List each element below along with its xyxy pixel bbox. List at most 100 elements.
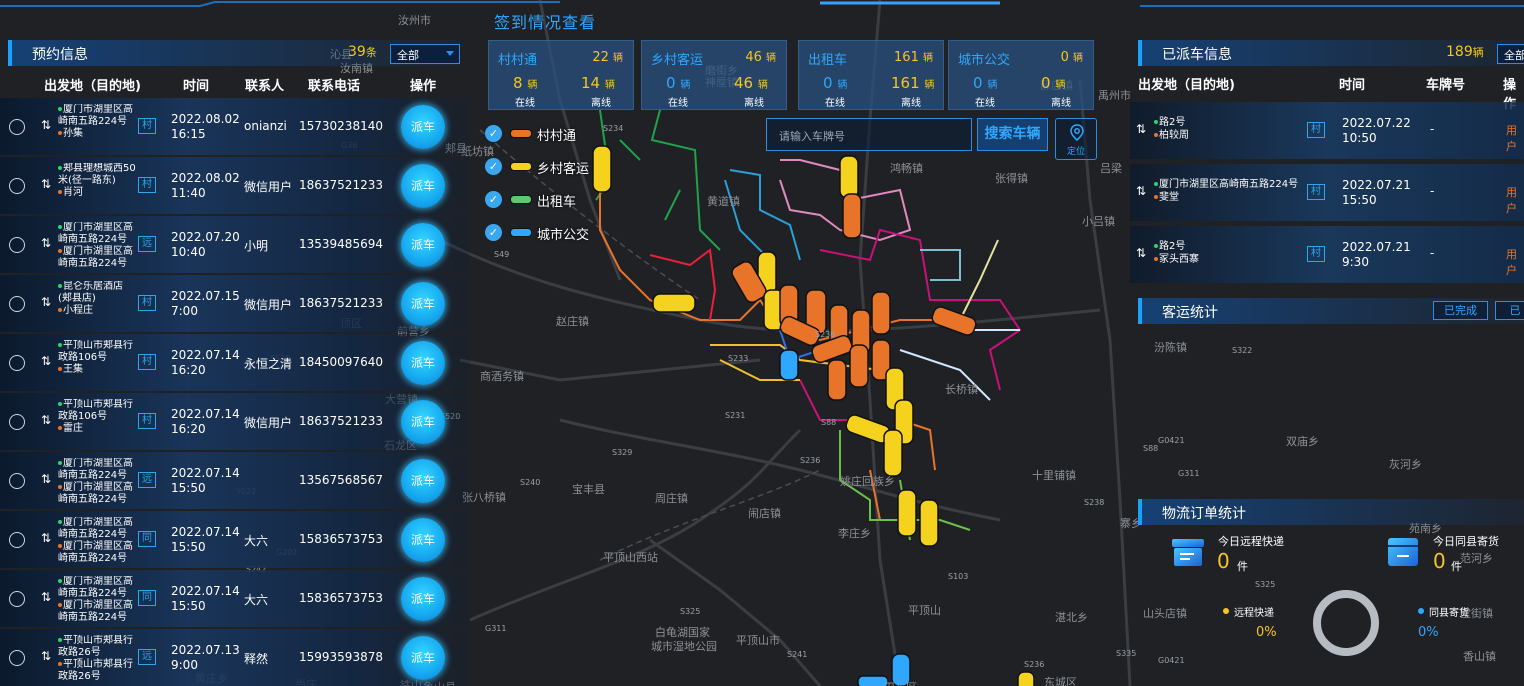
offline-label: 离线 <box>744 98 764 109</box>
completed-button[interactable]: 已完成 <box>1433 301 1488 320</box>
plate-number: - <box>1430 184 1435 198</box>
local-value: 0 <box>1433 549 1446 573</box>
offline-label: 离线 <box>1051 98 1071 109</box>
route-address: 郏县理想城西50米(径一路东) 肖河 <box>58 163 136 199</box>
select-radio[interactable] <box>9 532 25 548</box>
locate-button[interactable]: 定位 <box>1055 118 1097 160</box>
dispatched-row[interactable]: ⇅ 路2号 柏较周村 2022.07.22 10:50 - 用户 <box>1130 102 1524 159</box>
service-type-tag: 村 <box>1307 246 1325 262</box>
legend-item[interactable]: ✓ 出租车 <box>485 190 605 210</box>
checkmark-icon[interactable]: ✓ <box>485 158 502 175</box>
stat-card[interactable]: 城市公交 0 辆 0 辆在线 0 辆离线 <box>948 40 1094 110</box>
dispatch-button[interactable]: 派车 <box>401 459 445 503</box>
road-number-label: S236 <box>800 456 821 465</box>
road-number-label: S329 <box>612 448 633 457</box>
reservation-row[interactable]: ⇅ 平顶山市郏县行政路106号 雷庄村 2022.07.14 16:20 微信用户 1863… <box>0 393 470 450</box>
stat-card[interactable]: 出租车 161 辆 0 辆在线 161 辆离线 <box>798 40 944 110</box>
remote-legend-label: 远程快递 <box>1234 608 1274 619</box>
swap-arrows-icon: ⇅ <box>41 649 52 663</box>
dispatch-button[interactable]: 派车 <box>401 164 445 208</box>
online-label: 在线 <box>515 98 535 109</box>
dispatched-row[interactable]: ⇅ 厦门市湖里区高崎南五路224号 斐堂村 2022.07.21 15:50 - 用户 <box>1130 164 1524 221</box>
top-decoration <box>0 1 1524 7</box>
select-radio[interactable] <box>9 355 25 371</box>
operator-link[interactable]: 用户 <box>1506 184 1524 216</box>
stat-card[interactable]: 村村通 22 辆 8 辆在线 14 辆离线 <box>488 40 634 110</box>
checkmark-icon[interactable]: ✓ <box>485 224 502 241</box>
dispatch-button[interactable]: 派车 <box>401 105 445 149</box>
stat-card[interactable]: 乡村客运 46 辆 0 辆在线 46 辆离线 <box>641 40 787 110</box>
checkmark-icon[interactable]: ✓ <box>485 191 502 208</box>
legend-item[interactable]: ✓ 村村通 <box>485 124 605 144</box>
origin-text: 郏县理想城西50米(径一路东) <box>58 163 136 186</box>
search-vehicle-button[interactable]: 搜索车辆 <box>977 118 1048 151</box>
select-radio[interactable] <box>9 650 25 666</box>
dispatch-button[interactable]: 派车 <box>401 282 445 326</box>
page-title[interactable]: 签到情况查看 <box>494 9 596 33</box>
road-number-label: S88 <box>1143 444 1159 453</box>
plate-search-input[interactable]: 请输入车牌号 <box>766 118 972 151</box>
reservation-row[interactable]: ⇅ 厦门市湖里区高崎南五路224号 厦门市湖里区高崎南五路224号远 2022.07.… <box>0 452 470 509</box>
destination-text: 厦门市湖里区高崎南五路224号 <box>58 246 136 270</box>
reservation-row[interactable]: ⇅ 平顶山市郏县行政路26号 平顶山市郏县行政路26号远 2022.07.13 9:00… <box>0 629 470 686</box>
local-legend-label: 同县寄货 <box>1429 608 1469 619</box>
legend-label: 城市公交 <box>537 228 590 243</box>
route-address: 平顶山市郏县行政路106号 王集 <box>58 340 136 376</box>
contact-phone: 18637521233 <box>299 296 383 310</box>
swap-arrows-icon: ⇅ <box>41 531 52 545</box>
remote-legend-dot <box>1223 608 1229 614</box>
booking-time: 2022.07.14 16:20 <box>171 407 240 436</box>
reservation-row[interactable]: ⇅ 平顶山市郏县行政路106号 王集村 2022.07.14 16:20 永恒之清 1845… <box>0 334 470 391</box>
select-radio[interactable] <box>9 237 25 253</box>
reservation-row[interactable]: ⇅ 厦门市湖里区高崎南五路224号 厦门市湖里区高崎南五路224号同 2022.07.… <box>0 570 470 627</box>
road-number-label: S240 <box>520 478 541 487</box>
dispatch-button[interactable]: 派车 <box>401 518 445 562</box>
reservation-row[interactable]: ⇅ 厦门市湖里区高崎南五路224号 厦门市湖里区高崎南五路224号同 2022.07.… <box>0 511 470 568</box>
dispatched-row[interactable]: ⇅ 路2号 冢头西寨村 2022.07.21 9:30 - 用户 <box>1130 226 1524 283</box>
online-label: 在线 <box>668 98 688 109</box>
remote-unit: 件 <box>1237 560 1248 573</box>
contact-name: 大六 <box>244 534 269 548</box>
select-radio[interactable] <box>9 178 25 194</box>
dispatch-button[interactable]: 派车 <box>401 636 445 680</box>
destination-text: 厦门市湖里区高崎南五路224号 <box>58 482 136 506</box>
operator-link[interactable]: 用户 <box>1506 122 1524 154</box>
reservation-count: 39条 <box>348 44 377 60</box>
checkmark-icon[interactable]: ✓ <box>485 125 502 142</box>
reservation-row[interactable]: ⇅ 厦门市湖里区高崎南五路224号 孙集村 2022.08.02 16:15 onianz… <box>0 98 470 155</box>
booking-time: 2022.08.02 16:15 <box>171 112 240 141</box>
remote-value: 0 <box>1217 549 1230 573</box>
contact-phone: 15730238140 <box>299 119 383 133</box>
reservation-filter-select[interactable]: 全部 <box>390 44 460 64</box>
car-icon <box>510 228 532 237</box>
legend-item[interactable]: ✓ 乡村客运 <box>485 157 605 177</box>
contact-name: 微信用户 <box>244 298 293 312</box>
swap-arrows-icon: ⇅ <box>1136 184 1147 198</box>
select-radio[interactable] <box>9 591 25 607</box>
select-radio[interactable] <box>9 414 25 430</box>
select-radio[interactable] <box>9 119 25 135</box>
dispatch-button[interactable]: 派车 <box>401 577 445 621</box>
reservation-row[interactable]: ⇅ 厦门市湖里区高崎南五路224号 厦门市湖里区高崎南五路224号远 2022.07.… <box>0 216 470 273</box>
dispatch-time: 2022.07.21 9:30 <box>1342 240 1411 269</box>
legend-item[interactable]: ✓ 城市公交 <box>485 223 605 243</box>
dispatch-button[interactable]: 派车 <box>401 341 445 385</box>
rcol-plate: 车牌号 <box>1426 78 1466 93</box>
online-count: 0 辆 <box>973 74 998 92</box>
other-status-button[interactable]: 已 <box>1495 301 1524 320</box>
local-unit: 件 <box>1451 560 1462 573</box>
dispatched-filter-select[interactable]: 全部 <box>1497 44 1524 64</box>
local-label: 今日同县寄货 <box>1433 535 1499 548</box>
select-radio[interactable] <box>9 473 25 489</box>
dispatch-button[interactable]: 派车 <box>401 223 445 267</box>
swap-arrows-icon: ⇅ <box>1136 122 1147 136</box>
booking-time: 2022.08.02 11:40 <box>171 171 240 200</box>
dispatch-button[interactable]: 派车 <box>401 400 445 444</box>
reservation-row[interactable]: ⇅ 昆仑乐居酒店(郏县店) 小程庄村 2022.07.15 7:00 微信用户 186375… <box>0 275 470 332</box>
operator-link[interactable]: 用户 <box>1506 246 1524 278</box>
origin-text: 平顶山市郏县行政路106号 <box>58 340 136 364</box>
stat-card-total: 46 辆 <box>745 50 776 65</box>
reservation-row[interactable]: ⇅ 郏县理想城西50米(径一路东) 肖河村 2022.08.02 11:40 微信用户 18… <box>0 157 470 214</box>
route-address: 厦门市湖里区高崎南五路224号 孙集 <box>58 104 136 140</box>
select-radio[interactable] <box>9 296 25 312</box>
